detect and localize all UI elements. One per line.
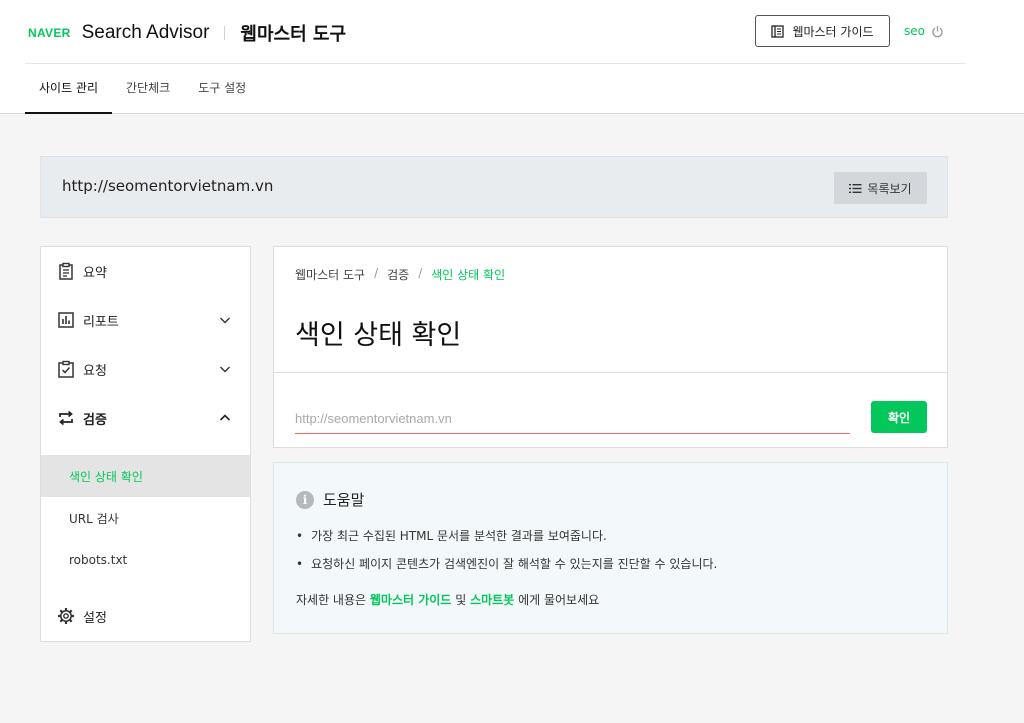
user-name: seo: [904, 24, 925, 38]
confirm-button[interactable]: 확인: [871, 401, 927, 433]
help-title: i 도움말: [296, 489, 364, 510]
list-view-button[interactable]: 목록보기: [834, 172, 927, 204]
card-divider: [274, 372, 947, 373]
chart-icon: [58, 312, 74, 328]
sidebar-subitem-robots[interactable]: robots.txt: [41, 539, 250, 581]
sidebar-item-label: 요약: [83, 266, 107, 281]
sidebar: 요약 리포트 요청 검증 색인 상태 확인 URL 검사 robots.txt …: [40, 246, 251, 642]
webmaster-guide-link[interactable]: 웹마스터 가이드: [370, 593, 451, 607]
tab-tool-settings[interactable]: 도구 설정: [184, 64, 260, 114]
help-title-label: 도움말: [323, 491, 365, 509]
chevron-down-icon: [220, 317, 230, 324]
help-footer-suffix: 에게 물어보세요: [518, 593, 600, 607]
product-name: Search Advisor: [81, 22, 210, 43]
help-bullet: 가장 최근 수집된 HTML 문서를 분석한 결과를 보여줍니다.: [296, 527, 607, 544]
url-input[interactable]: [295, 403, 850, 434]
sidebar-item-label: 설정: [83, 611, 107, 626]
gear-icon: [58, 608, 74, 624]
main-tabs: 사이트 관리 간단체크 도구 설정: [25, 64, 260, 114]
brand-divider: [224, 26, 226, 40]
page-title: 색인 상태 확인: [295, 320, 462, 351]
sidebar-item-label: 검증: [83, 413, 107, 428]
repeat-icon: [59, 410, 73, 426]
help-footer: 자세한 내용은 웹마스터 가이드 및 스마트봇 에게 물어보세요: [296, 591, 599, 608]
sidebar-subitem-url-inspect[interactable]: URL 검사: [41, 497, 250, 539]
user-menu[interactable]: seo: [904, 24, 944, 38]
breadcrumb-separator: /: [418, 266, 423, 280]
smartbot-link[interactable]: 스마트봇: [470, 593, 514, 607]
help-panel: i 도움말 가장 최근 수집된 HTML 문서를 분석한 결과를 보여줍니다. …: [273, 462, 948, 634]
sidebar-item-label: 요청: [83, 364, 107, 379]
chevron-down-icon: [220, 366, 230, 373]
index-status-card: 웹마스터 도구 / 검증 / 색인 상태 확인 색인 상태 확인 확인: [273, 246, 948, 448]
sidebar-item-summary[interactable]: 요약: [41, 247, 250, 296]
webmaster-guide-button[interactable]: 웹마스터 가이드: [755, 15, 890, 47]
sidebar-item-report[interactable]: 리포트: [41, 296, 250, 345]
book-icon: [771, 24, 785, 38]
list-view-label: 목록보기: [867, 181, 912, 196]
info-icon: i: [296, 490, 314, 509]
chevron-up-icon: [219, 414, 231, 421]
sidebar-item-verify[interactable]: 검증: [41, 394, 250, 443]
webmaster-guide-label: 웹마스터 가이드: [792, 24, 874, 39]
power-icon[interactable]: [931, 25, 944, 38]
help-bullet: 요청하신 페이지 콘텐츠가 검색엔진이 잘 해석할 수 있는지를 진단할 수 있…: [296, 555, 717, 572]
check-clipboard-icon: [58, 360, 74, 378]
breadcrumb: 웹마스터 도구 / 검증 / 색인 상태 확인: [295, 266, 505, 283]
help-footer-prefix: 자세한 내용은: [296, 593, 367, 607]
breadcrumb-item[interactable]: 웹마스터 도구: [295, 266, 365, 283]
brand[interactable]: NAVER Search Advisor 웹마스터 도구: [28, 20, 346, 46]
clipboard-icon: [59, 262, 73, 280]
breadcrumb-item[interactable]: 검증: [387, 266, 409, 283]
site-bar: http://seomentorvietnam.vn 목록보기: [40, 156, 948, 218]
sidebar-subitem-index-status[interactable]: 색인 상태 확인: [41, 455, 250, 497]
sidebar-item-settings[interactable]: 설정: [41, 592, 250, 641]
list-icon: [849, 183, 862, 193]
sidebar-item-request[interactable]: 요청: [41, 345, 250, 394]
breadcrumb-separator: /: [374, 266, 379, 280]
sidebar-item-label: 리포트: [83, 315, 119, 330]
site-url: http://seomentorvietnam.vn: [62, 177, 274, 195]
tab-site-management[interactable]: 사이트 관리: [25, 64, 113, 114]
tab-quick-check[interactable]: 간단체크: [112, 64, 184, 114]
help-footer-mid: 및: [455, 593, 467, 607]
tool-title: 웹마스터 도구: [240, 24, 347, 45]
breadcrumb-current: 색인 상태 확인: [431, 268, 506, 282]
top-header: NAVER Search Advisor 웹마스터 도구 웹마스터 가이드 se…: [0, 0, 1024, 114]
naver-logo: NAVER: [28, 26, 71, 40]
